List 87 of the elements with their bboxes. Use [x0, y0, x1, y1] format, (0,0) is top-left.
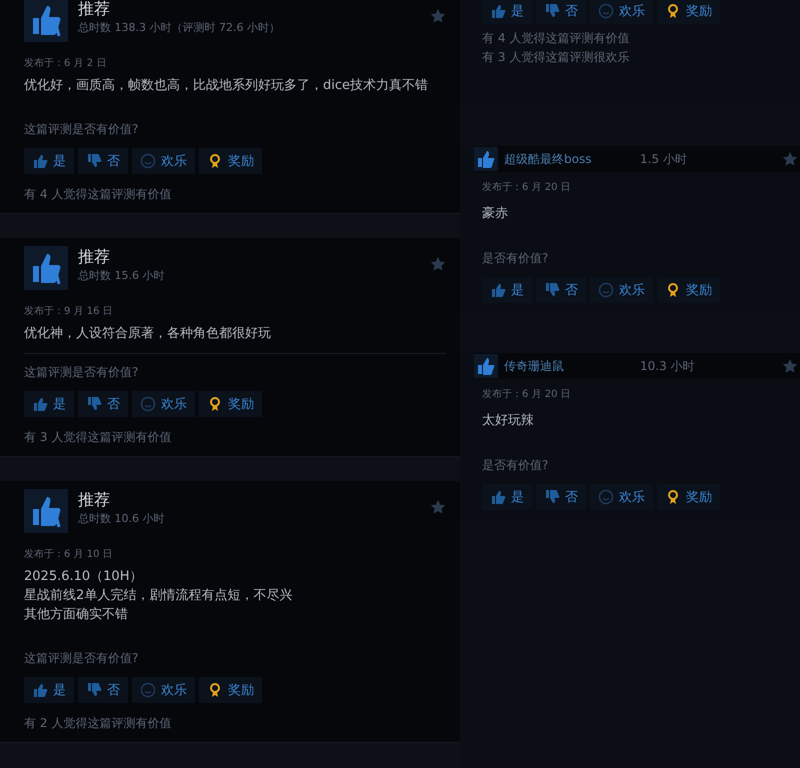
smiley-icon	[598, 282, 614, 298]
smiley-icon	[140, 396, 156, 412]
thumbs-up-icon	[24, 246, 68, 290]
thumbs-down-icon	[544, 489, 560, 505]
playtime-text: 总时数 15.6 小时	[78, 268, 166, 283]
star-icon[interactable]	[430, 8, 446, 24]
review-text: 2025.6.10（10H） 星战前线2单人完结，剧情流程有点短，不尽兴 其他方面确实不错	[24, 568, 294, 624]
no-button[interactable]: 否	[536, 0, 586, 24]
thumbs-up-icon	[490, 489, 506, 505]
review-verdict: 推荐	[78, 246, 111, 268]
star-icon[interactable]	[782, 358, 798, 374]
post-date: 发布于：6 月 10 日	[24, 548, 114, 561]
helpful-count: 有 3 人觉得这篇评测有价值	[24, 429, 172, 446]
playtime-text: 10.3 小时	[640, 358, 696, 374]
post-date: 发布于：6 月 20 日	[481, 181, 572, 194]
funny-button[interactable]: 欢乐	[590, 277, 653, 303]
post-date: 发布于：9 月 16 日	[24, 305, 114, 318]
award-icon	[207, 153, 223, 169]
thumbs-up-icon	[32, 396, 48, 412]
playtime-text: 1.5 小时	[640, 150, 688, 168]
award-button[interactable]: 奖励	[199, 148, 262, 174]
smiley-icon	[140, 682, 156, 698]
review-text: 优化好，画质高，帧数也高，比战地系列好玩多了，dice技术力真不错	[24, 77, 430, 95]
user-name[interactable]: 超级酷最终boss	[504, 150, 634, 168]
helpful-count: 有 2 人觉得这篇评测有价值	[24, 715, 172, 732]
helpful-question: 是否有价值?	[481, 250, 550, 267]
thumbs-up-icon	[490, 3, 506, 19]
funny-button[interactable]: 欢乐	[132, 391, 195, 417]
award-icon	[207, 396, 223, 412]
award-button[interactable]: 奖励	[657, 277, 720, 303]
thumbs-down-icon	[86, 682, 102, 698]
thumbs-down-icon	[86, 396, 102, 412]
thumbs-up-icon	[490, 282, 506, 298]
star-icon[interactable]	[782, 151, 798, 167]
review-verdict: 推荐	[78, 0, 111, 20]
no-button[interactable]: 否	[78, 148, 128, 174]
award-icon	[665, 3, 681, 19]
playtime-text: 总时数 10.6 小时	[78, 511, 166, 526]
yes-button[interactable]: 是	[482, 484, 532, 510]
thumbs-up-icon	[32, 682, 48, 698]
helpful-question: 这篇评测是否有价值?	[24, 650, 140, 667]
smiley-icon	[598, 3, 614, 19]
thumbs-up-icon	[32, 153, 48, 169]
smiley-icon	[598, 489, 614, 505]
review-text: 太好玩辣	[481, 412, 535, 429]
funny-button[interactable]: 欢乐	[590, 0, 653, 24]
award-button[interactable]: 奖励	[657, 0, 720, 24]
thumbs-up-icon	[24, 489, 68, 533]
star-icon[interactable]	[430, 499, 446, 515]
award-icon	[665, 489, 681, 505]
helpful-count: 有 4 人觉得这篇评测有价值	[481, 30, 630, 47]
thumbs-up-icon	[474, 147, 498, 171]
post-date: 发布于：6 月 20 日	[481, 388, 572, 401]
yes-button[interactable]: 是	[482, 0, 532, 24]
award-button[interactable]: 奖励	[199, 391, 262, 417]
yes-button[interactable]: 是	[24, 391, 74, 417]
yes-button[interactable]: 是	[482, 277, 532, 303]
award-icon	[207, 682, 223, 698]
smiley-icon	[140, 153, 156, 169]
no-button[interactable]: 否	[78, 677, 128, 703]
post-date: 发布于：6 月 2 日	[24, 57, 108, 70]
thumbs-up-icon	[474, 354, 498, 378]
helpful-question: 这篇评测是否有价值?	[24, 353, 446, 381]
no-button[interactable]: 否	[78, 391, 128, 417]
no-button[interactable]: 否	[536, 277, 586, 303]
review-text: 豪赤	[481, 205, 509, 222]
review-text: 优化神，人设符合原著，各种角色都很好玩	[24, 325, 272, 343]
funny-button[interactable]: 欢乐	[132, 677, 195, 703]
award-button[interactable]: 奖励	[657, 484, 720, 510]
award-icon	[665, 282, 681, 298]
thumbs-down-icon	[86, 153, 102, 169]
user-name[interactable]: 传奇珊迪鼠	[504, 358, 634, 374]
playtime-text: 总时数 138.3 小时（评测时 72.6 小时）	[78, 20, 281, 35]
yes-button[interactable]: 是	[24, 677, 74, 703]
thumbs-down-icon	[544, 282, 560, 298]
no-button[interactable]: 否	[536, 484, 586, 510]
helpful-count: 有 3 人觉得这篇评测很欢乐	[481, 49, 630, 66]
yes-button[interactable]: 是	[24, 148, 74, 174]
funny-button[interactable]: 欢乐	[132, 148, 195, 174]
helpful-question: 这篇评测是否有价值?	[24, 121, 140, 138]
star-icon[interactable]	[430, 256, 446, 272]
thumbs-down-icon	[544, 3, 560, 19]
helpful-question: 是否有价值?	[481, 457, 550, 474]
review-verdict: 推荐	[78, 489, 111, 511]
funny-button[interactable]: 欢乐	[590, 484, 653, 510]
helpful-count: 有 4 人觉得这篇评测有价值	[24, 186, 172, 203]
award-button[interactable]: 奖励	[199, 677, 262, 703]
